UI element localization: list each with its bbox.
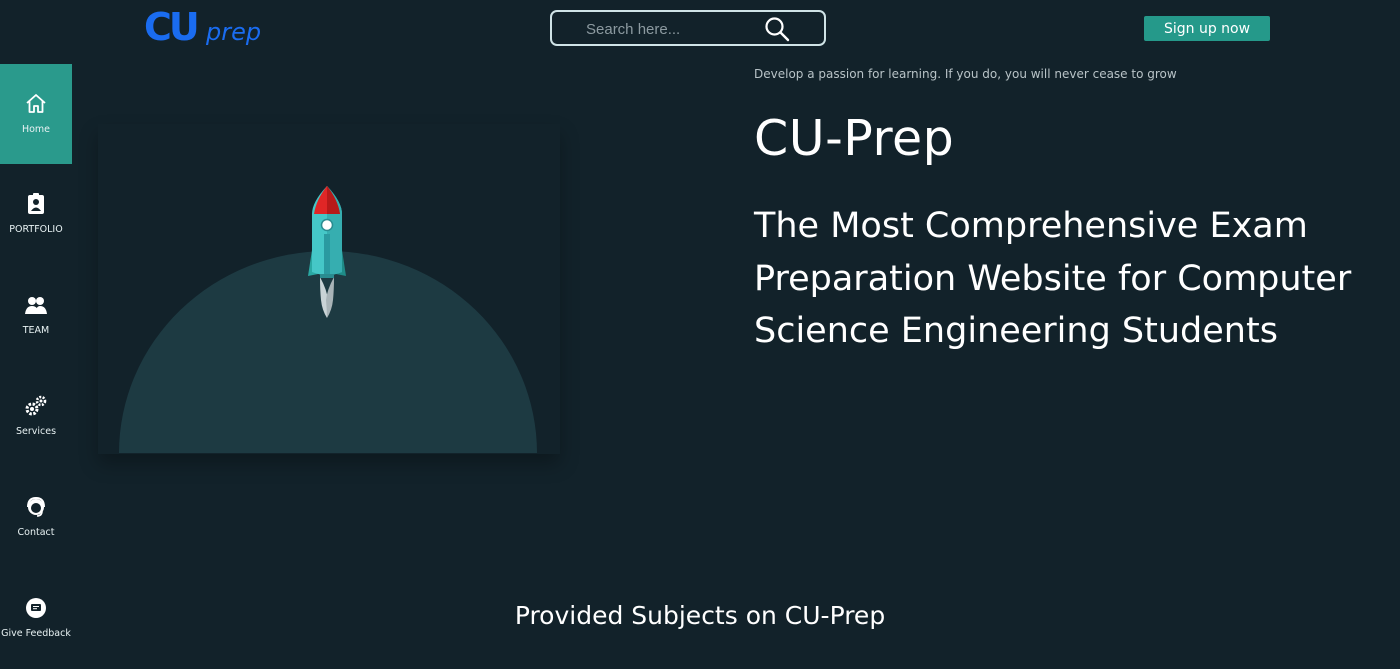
sidebar-item-label: PORTFOLIO <box>9 224 63 235</box>
sidebar-item-label: Services <box>15 426 57 437</box>
sidebar-item-services[interactable]: Services <box>0 366 72 467</box>
signup-button[interactable]: Sign up now <box>1144 16 1270 41</box>
sidebar-nav: Home PORTFOLIO TEAM Services Contact Giv… <box>0 64 72 669</box>
home-icon <box>26 94 46 113</box>
sidebar-item-label: Contact <box>17 527 55 538</box>
hero-tagline: Develop a passion for learning. If you d… <box>754 67 1177 81</box>
search-box[interactable] <box>550 10 826 46</box>
sidebar-item-label: TEAM <box>22 325 50 336</box>
svg-text:prep: prep <box>205 18 261 46</box>
sidebar-item-contact[interactable]: Contact <box>0 467 72 568</box>
sidebar-item-home[interactable]: Home <box>0 64 72 164</box>
sidebar-item-portfolio[interactable]: PORTFOLIO <box>0 164 72 265</box>
hero-illustration <box>98 124 560 454</box>
search-icon[interactable] <box>764 16 790 42</box>
sidebar-item-team[interactable]: TEAM <box>0 265 72 366</box>
hero-brand-title: CU-Prep <box>754 110 955 167</box>
search-input[interactable] <box>562 12 788 46</box>
cuprep-logo[interactable]: CU prep <box>144 5 274 49</box>
gears-icon <box>25 395 47 416</box>
team-icon <box>25 297 47 314</box>
sidebar-item-label: Home <box>21 124 51 135</box>
svg-text:CU: CU <box>144 8 197 48</box>
logo-mark: CU prep <box>144 5 261 49</box>
hero-headline: The Most Comprehensive Exam Preparation … <box>754 206 1352 351</box>
rocket-launch-illustration <box>98 124 560 454</box>
section-title: Provided Subjects on CU-Prep <box>514 601 886 630</box>
contact-icon <box>27 496 45 517</box>
portfolio-icon <box>28 193 44 214</box>
